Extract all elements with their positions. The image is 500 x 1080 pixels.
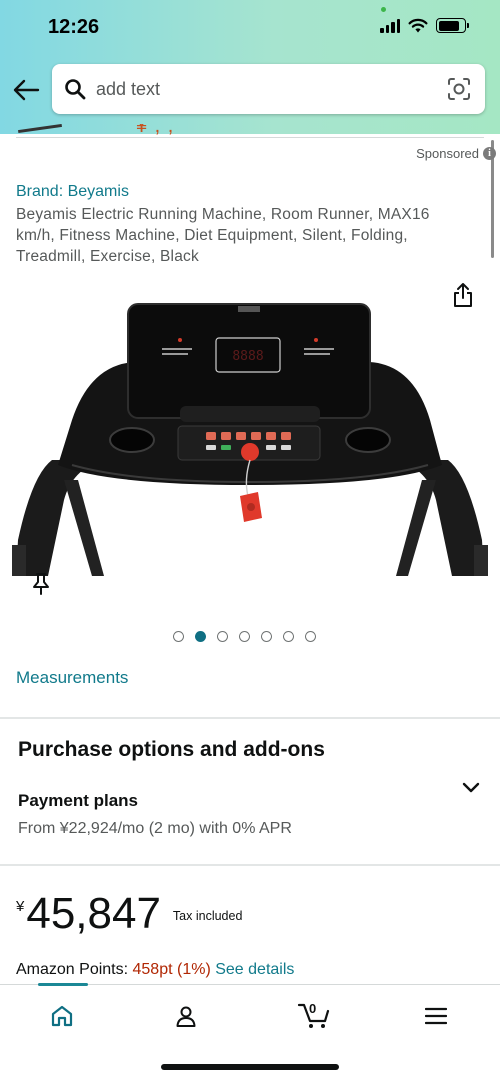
home-icon — [51, 1005, 73, 1027]
info-icon[interactable]: i — [483, 147, 496, 160]
home-indicator[interactable] — [161, 1064, 339, 1070]
brand-link[interactable]: Brand: Beyamis — [16, 183, 129, 201]
purchase-options-heading: Purchase options and add-ons — [18, 738, 325, 761]
privacy-indicator-dot — [381, 7, 386, 12]
points-label: Amazon Points: — [16, 961, 133, 978]
search-bar[interactable] — [52, 64, 485, 114]
image-carousel-dots[interactable] — [173, 631, 316, 642]
app-header: 12:26 — [0, 0, 500, 134]
currency-symbol: ¥ — [16, 898, 25, 915]
section-divider — [0, 864, 500, 866]
measurements-link[interactable]: Measurements — [16, 668, 128, 688]
product-title[interactable]: Beyamis Electric Running Machine, Room R… — [16, 204, 462, 267]
tax-note: Tax included — [172, 909, 243, 923]
cellular-signal-icon — [380, 18, 400, 33]
price-value: 45,847 — [26, 889, 161, 938]
back-arrow-icon[interactable] — [12, 78, 40, 102]
search-icon — [65, 79, 86, 100]
active-tab-indicator — [38, 983, 88, 986]
nav-account[interactable] — [164, 999, 208, 1033]
price-block: ¥ 45,847 Tax included — [16, 890, 242, 938]
account-icon — [176, 1006, 196, 1027]
nav-cart[interactable]: 0 — [292, 999, 336, 1033]
payment-plans-label[interactable]: Payment plans — [18, 791, 138, 811]
carousel-dot[interactable] — [217, 631, 228, 642]
console-display-readout: 8888 — [232, 349, 263, 364]
status-time: 12:26 — [48, 16, 100, 38]
pin-icon[interactable] — [30, 572, 52, 596]
payment-plans-detail[interactable]: From ¥22,924/mo (2 mo) with 0% APR — [18, 820, 292, 838]
nav-home[interactable] — [40, 999, 84, 1033]
carousel-dot[interactable] — [173, 631, 184, 642]
search-input[interactable] — [96, 76, 436, 102]
carousel-dot[interactable] — [261, 631, 272, 642]
points-percent: (1%) — [177, 961, 211, 978]
visual-search-camera-icon[interactable] — [447, 77, 471, 101]
carousel-dot[interactable] — [283, 631, 294, 642]
section-divider — [0, 717, 500, 719]
nav-menu[interactable] — [414, 999, 458, 1033]
see-details-link[interactable]: See details — [215, 961, 294, 978]
chevron-down-icon[interactable] — [462, 782, 480, 794]
amazon-points: Amazon Points: 458pt (1%) See details — [16, 961, 294, 979]
points-value: 458pt — [132, 961, 173, 978]
menu-icon — [425, 1007, 447, 1025]
previous-result-strip: ¥ , , — [16, 124, 484, 140]
product-image[interactable]: 8888 — [12, 300, 488, 576]
previous-result-price-fragment: ¥ , , — [136, 124, 175, 137]
status-icons — [380, 18, 469, 33]
wifi-icon — [408, 18, 428, 33]
carousel-dot[interactable] — [239, 631, 250, 642]
carousel-dot[interactable] — [305, 631, 316, 642]
sponsored-label[interactable]: Sponsored i — [416, 146, 496, 161]
carousel-dot[interactable] — [195, 631, 206, 642]
battery-icon — [436, 18, 469, 33]
cart-count: 0 — [309, 1001, 317, 1016]
